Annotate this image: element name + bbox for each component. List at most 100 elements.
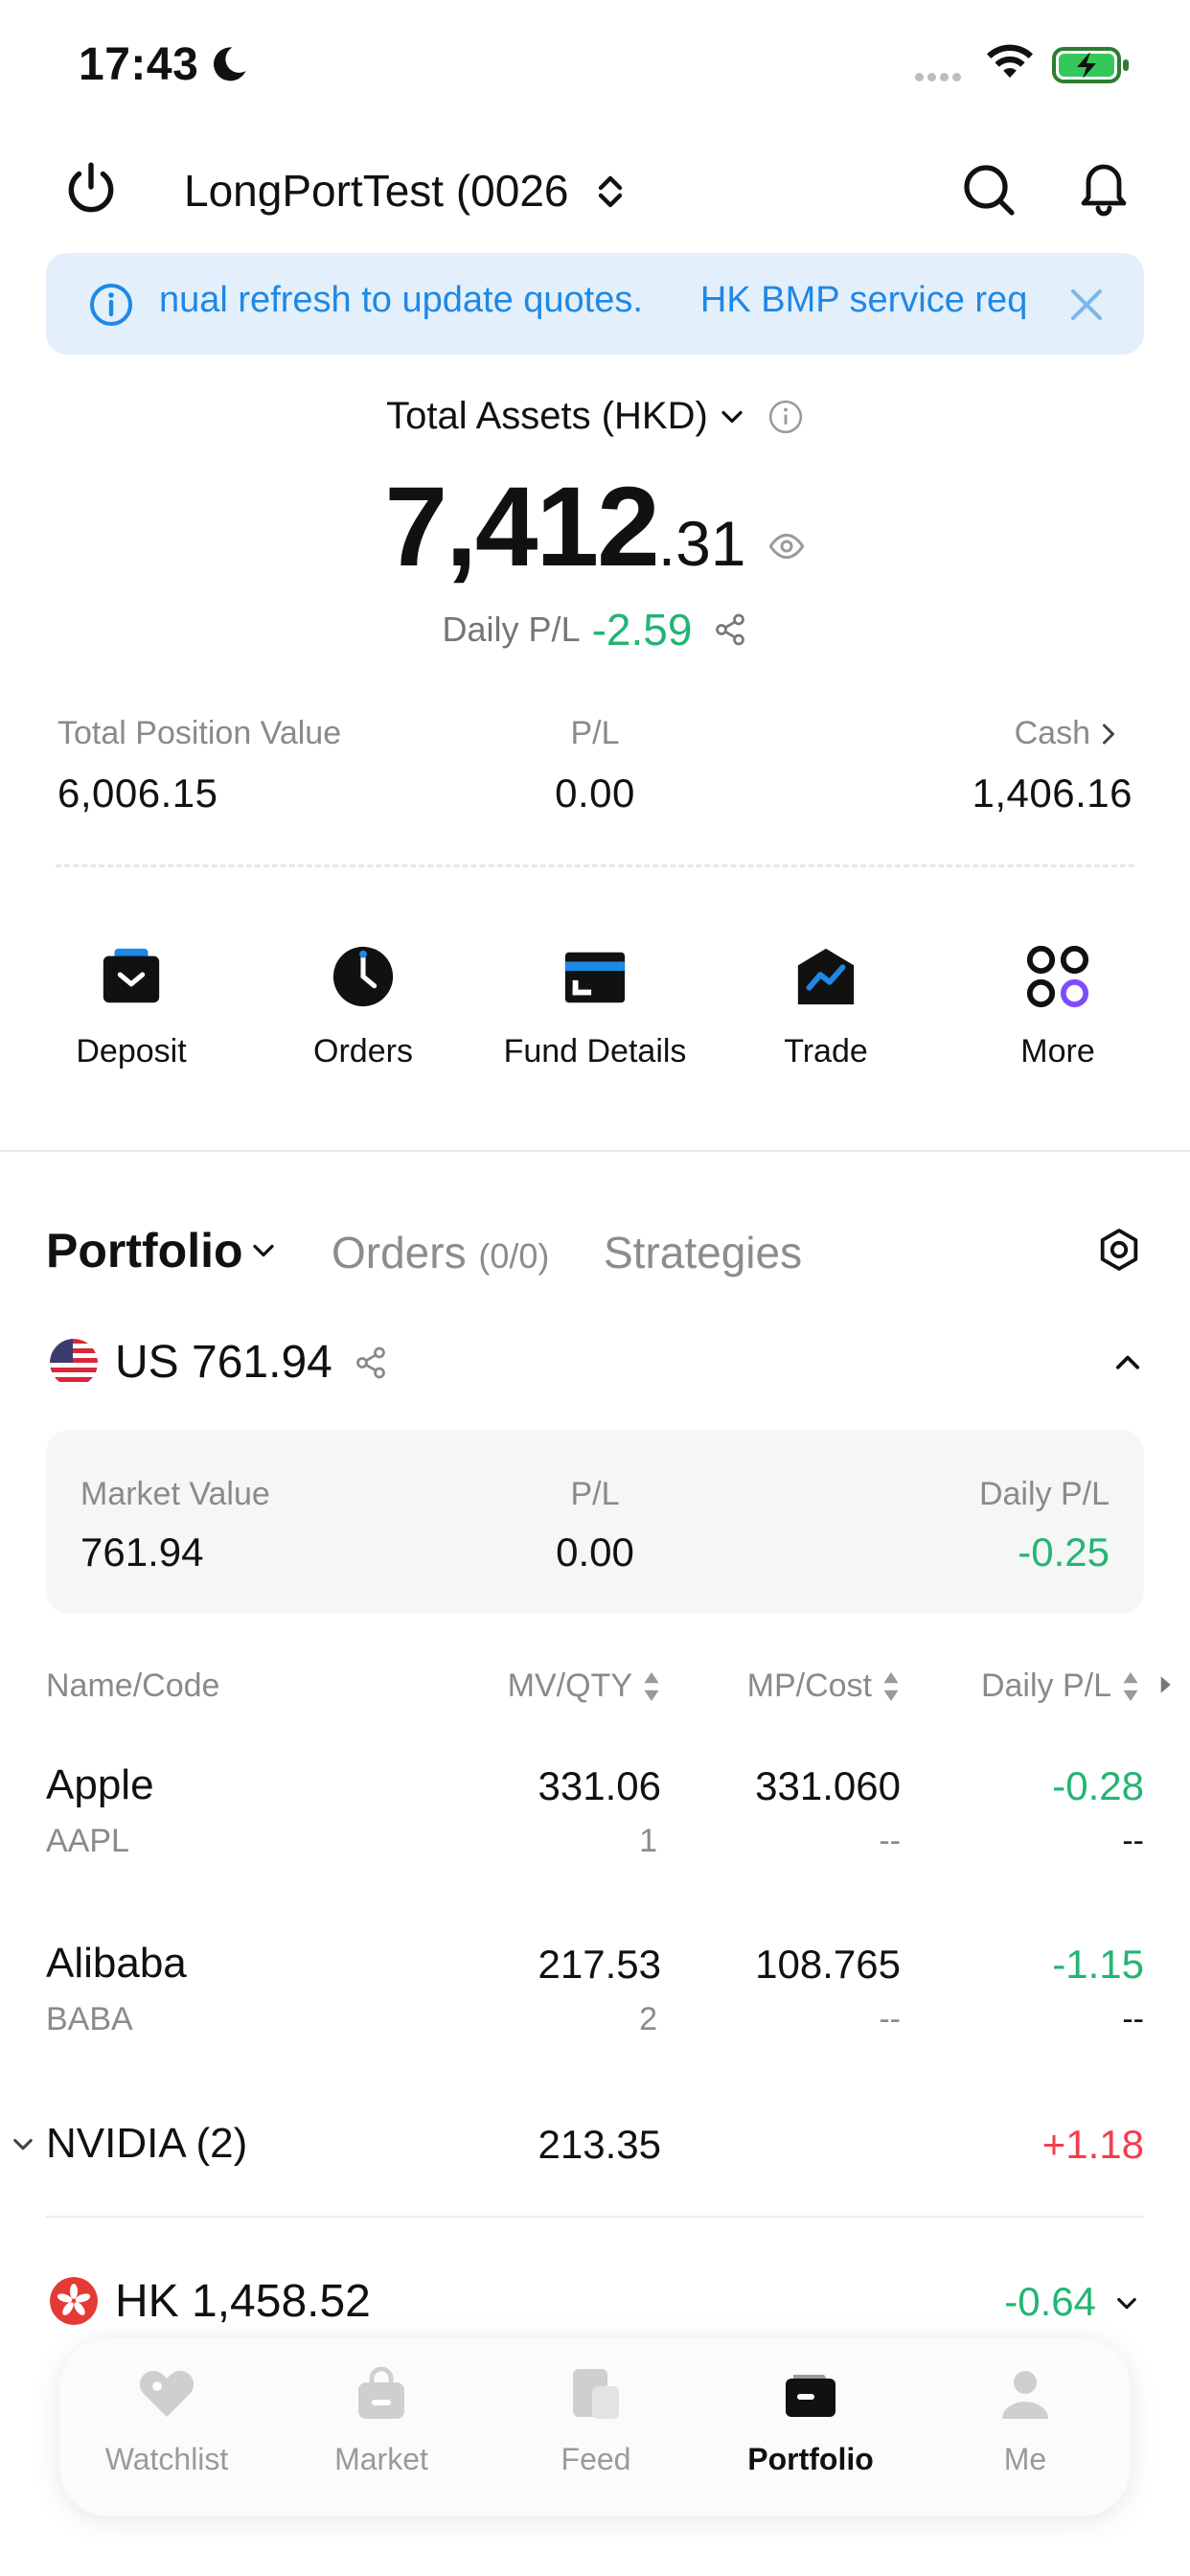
status-bar: 17:43 xyxy=(0,0,1190,134)
daily-pl-sub: -- xyxy=(1122,2001,1144,2037)
switch-account-icon[interactable] xyxy=(594,172,627,211)
share-icon[interactable] xyxy=(354,1346,388,1380)
us-market-header[interactable]: US 761.94 xyxy=(50,1336,388,1389)
col-mp-cost[interactable]: MP/Cost xyxy=(671,1668,901,1705)
chevron-up-icon[interactable] xyxy=(1111,1347,1144,1374)
total-assets-label: Total Assets (HKD) xyxy=(386,395,708,437)
chevron-right-icon xyxy=(1103,724,1114,744)
pl-value: 0.00 xyxy=(555,770,635,816)
tab-watchlist-label: Watchlist xyxy=(104,2442,229,2476)
chevron-down-icon xyxy=(13,2138,33,2150)
hk-market-title: HK 1,458.52 xyxy=(115,2276,371,2327)
wifi-icon xyxy=(987,44,1033,78)
col-daily-pl[interactable]: Daily P/L xyxy=(910,1668,1140,1705)
group-market-value: 213.35 xyxy=(538,2122,661,2167)
total-assets-selector[interactable]: Total Assets (HKD) xyxy=(0,395,1190,438)
wallet-icon xyxy=(786,2375,835,2417)
more-button[interactable]: More xyxy=(952,943,1163,1070)
banner-text-1: nual refresh to update quotes. xyxy=(159,280,643,320)
search-icon[interactable] xyxy=(960,161,1018,218)
row-divider xyxy=(46,2216,1144,2218)
shopping-bag-icon xyxy=(358,2366,404,2419)
user-icon xyxy=(1002,2371,1048,2419)
tab-me[interactable]: Me xyxy=(920,2363,1131,2477)
us-daily-pl-label: Daily P/L xyxy=(978,1476,1110,1512)
table-row[interactable]: Apple AAPL 331.06 1 331.060 -- -0.28 -- xyxy=(0,1754,1190,1898)
daily-pl-label: Daily P/L xyxy=(442,610,581,649)
daily-pl: -1.15 xyxy=(1052,1942,1144,1987)
cash-value: 1,406.16 xyxy=(972,770,1133,816)
tab-portfolio[interactable]: Portfolio xyxy=(46,1223,278,1278)
dashed-divider xyxy=(56,864,1134,867)
total-assets-value: 7,412.31 xyxy=(0,462,1190,592)
cash-link[interactable]: Cash xyxy=(958,715,1121,752)
tab-me-label: Me xyxy=(1003,2442,1047,2476)
hk-flag-icon xyxy=(50,2277,98,2325)
daily-pl: -0.28 xyxy=(1052,1763,1144,1808)
tab-strategies[interactable]: Strategies xyxy=(604,1227,802,1278)
heart-tag-icon xyxy=(139,2370,195,2417)
tab-market[interactable]: Market xyxy=(276,2363,487,2477)
account-selector[interactable]: LongPortTest (0026 xyxy=(184,165,569,217)
bell-icon[interactable] xyxy=(1075,157,1133,217)
deposit-button[interactable]: Deposit xyxy=(26,943,237,1070)
close-icon[interactable] xyxy=(1067,286,1106,324)
trade-label: Trade xyxy=(784,1033,868,1070)
daily-pl-sub: -- xyxy=(1122,1823,1144,1859)
table-row[interactable]: Alibaba BABA 217.53 2 108.765 -- -1.15 -… xyxy=(0,1932,1190,2076)
col-mv-qty[interactable]: MV/QTY xyxy=(431,1668,661,1705)
daily-pl-value: -2.59 xyxy=(591,605,693,655)
feed-icon xyxy=(573,2369,619,2419)
orders-button[interactable]: Orders xyxy=(258,943,469,1070)
tab-watchlist[interactable]: Watchlist xyxy=(61,2363,272,2477)
sort-icon xyxy=(883,1671,899,1701)
hk-daily-pl: -0.64 xyxy=(1004,2279,1096,2324)
notice-banner[interactable]: nual refresh to update quotes. HK BMP ser… xyxy=(46,253,1144,355)
info-circle-icon[interactable] xyxy=(767,399,804,435)
quantity: 2 xyxy=(639,2001,657,2037)
tab-feed[interactable]: Feed xyxy=(491,2363,701,2477)
orders-label: Orders xyxy=(313,1033,413,1070)
settings-icon[interactable] xyxy=(1096,1227,1142,1273)
moon-icon xyxy=(214,47,246,81)
total-position-label: Total Position Value xyxy=(57,715,342,751)
stock-name: Apple xyxy=(46,1761,154,1808)
trade-button[interactable]: Trade xyxy=(721,943,931,1070)
us-market-title: US 761.94 xyxy=(115,1337,332,1388)
deposit-icon xyxy=(103,948,160,1003)
tab-orders[interactable]: Orders (0/0) xyxy=(332,1227,549,1278)
market-value: 331.06 xyxy=(538,1763,661,1808)
market-value: 761.94 xyxy=(80,1530,204,1575)
market-value-label: Market Value xyxy=(80,1476,270,1512)
chevron-down-icon xyxy=(252,1244,274,1257)
section-divider xyxy=(0,1150,1190,1152)
deposit-label: Deposit xyxy=(76,1033,187,1070)
sort-icon xyxy=(644,1671,659,1701)
share-icon[interactable] xyxy=(713,612,747,647)
position-group-row[interactable]: NVIDIA (2) 213.35 +1.18 xyxy=(0,2112,1190,2179)
daily-pl-row: Daily P/L -2.59 xyxy=(0,604,1190,656)
power-icon[interactable] xyxy=(61,159,121,218)
fund-details-label: Fund Details xyxy=(503,1033,687,1070)
tab-portfolio-nav[interactable]: Portfolio xyxy=(705,2363,916,2477)
market-price: 108.765 xyxy=(755,1942,901,1987)
scroll-right-icon[interactable] xyxy=(1157,1675,1173,1694)
stock-name: Alibaba xyxy=(46,1940,187,1987)
group-name: NVIDIA (2) xyxy=(46,2120,248,2167)
us-flag-icon xyxy=(50,1338,98,1387)
eye-icon[interactable] xyxy=(767,527,806,565)
pl-label: P/L xyxy=(570,715,620,751)
total-position-value: 6,006.15 xyxy=(57,770,218,816)
fund-details-button[interactable]: Fund Details xyxy=(490,943,700,1070)
apps-icon xyxy=(1026,945,1089,1008)
chevron-down-icon xyxy=(721,410,743,423)
status-time: 17:43 xyxy=(79,39,199,90)
cellular-signal-icon xyxy=(915,69,965,86)
clock-icon xyxy=(332,946,394,1007)
stock-code: AAPL xyxy=(46,1823,129,1859)
tab-portfolio-label: Portfolio xyxy=(46,1224,243,1277)
cost: -- xyxy=(879,1823,901,1859)
hk-market-header[interactable]: HK 1,458.52 -0.64 xyxy=(0,2267,1190,2334)
tab-feed-label: Feed xyxy=(561,2442,631,2476)
tab-orders-label: Orders xyxy=(332,1228,467,1277)
